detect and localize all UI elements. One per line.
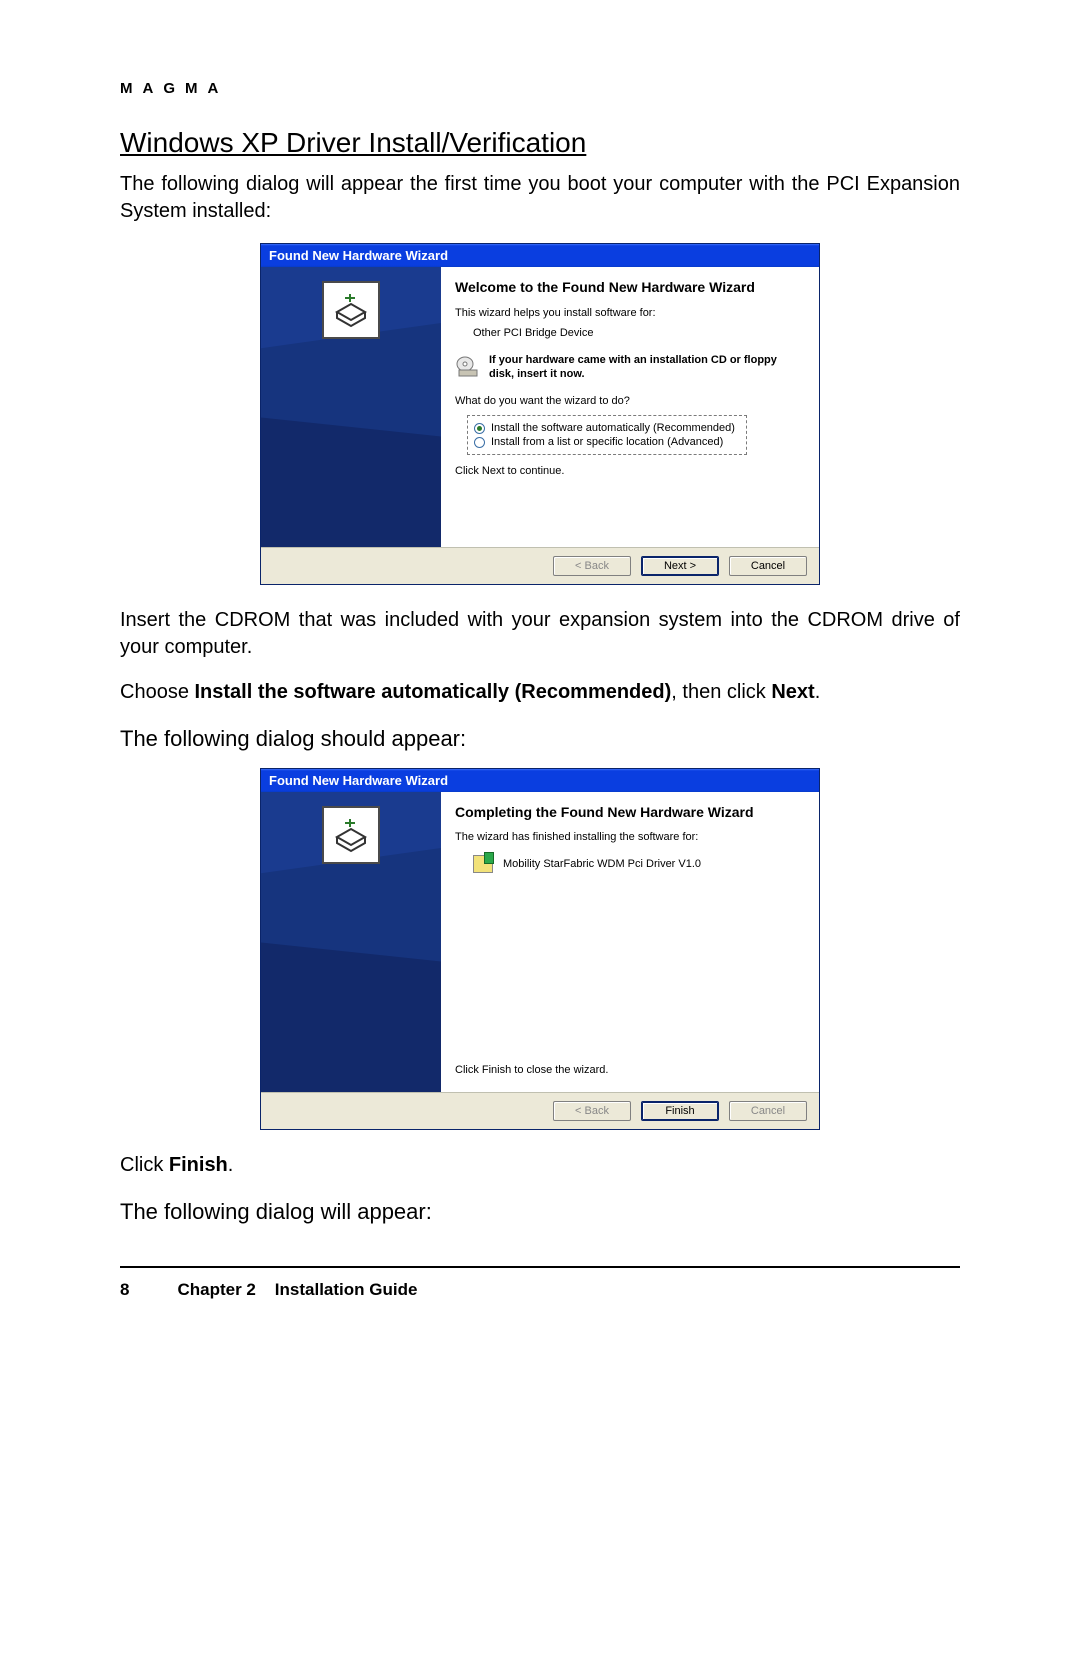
dialog-titlebar: Found New Hardware Wizard: [261, 769, 819, 792]
footer-chapter: Chapter 2: [177, 1280, 255, 1299]
dialog-side-graphic: [261, 267, 441, 547]
footer-guide: Installation Guide: [275, 1280, 418, 1299]
driver-name: Mobility StarFabric WDM Pci Driver V1.0: [503, 858, 701, 870]
dialog-side-graphic: [261, 792, 441, 1092]
close-wizard-note: Click Finish to close the wizard.: [455, 1064, 801, 1076]
intro-paragraph: The following dialog will appear the fir…: [120, 171, 960, 225]
following-dialog-1: The following dialog should appear:: [120, 724, 960, 754]
hardware-icon: [322, 806, 380, 864]
page-number: 8: [120, 1280, 129, 1300]
finish-button[interactable]: Finish: [641, 1101, 719, 1121]
hardware-icon: [322, 281, 380, 339]
back-button[interactable]: < Back: [553, 556, 631, 576]
dialog-device-name: Other PCI Bridge Device: [473, 327, 801, 339]
click-finish-paragraph: Click Finish.: [120, 1152, 960, 1179]
cancel-button[interactable]: Cancel: [729, 556, 807, 576]
dialog-heading: Welcome to the Found New Hardware Wizard: [455, 279, 801, 297]
cd-icon: [455, 356, 481, 378]
cdrom-paragraph: Insert the CDROM that was included with …: [120, 607, 960, 661]
dialog-helps-text: This wizard helps you install software f…: [455, 307, 801, 319]
dialog-continue-text: Click Next to continue.: [455, 465, 801, 477]
radio-group: Install the software automatically (Reco…: [467, 415, 747, 455]
choose-paragraph: Choose Install the software automaticall…: [120, 679, 960, 706]
dialog-question: What do you want the wizard to do?: [455, 395, 801, 407]
page-footer: 8 Chapter 2 Installation Guide: [120, 1280, 960, 1300]
radio-option-list[interactable]: Install from a list or specific location…: [474, 436, 740, 448]
radio-label: Install from a list or specific location…: [491, 436, 723, 448]
footer-rule: [120, 1266, 960, 1268]
dialog-finished-text: The wizard has finished installing the s…: [455, 831, 801, 843]
back-button[interactable]: < Back: [553, 1101, 631, 1121]
cd-note-text: If your hardware came with an installati…: [489, 353, 801, 382]
next-button[interactable]: Next >: [641, 556, 719, 576]
radio-label: Install the software automatically (Reco…: [491, 422, 735, 434]
brand-header: MAGMA: [120, 80, 960, 97]
following-dialog-2: The following dialog will appear:: [120, 1197, 960, 1227]
radio-icon: [474, 423, 485, 434]
section-title: Windows XP Driver Install/Verification: [120, 127, 960, 159]
wizard-dialog-complete: Found New Hardware Wizard Completing the…: [260, 768, 820, 1130]
radio-icon: [474, 437, 485, 448]
cancel-button[interactable]: Cancel: [729, 1101, 807, 1121]
radio-option-auto[interactable]: Install the software automatically (Reco…: [474, 422, 740, 434]
dialog-titlebar: Found New Hardware Wizard: [261, 244, 819, 267]
driver-icon: [473, 855, 493, 873]
wizard-dialog-welcome: Found New Hardware Wizard Welcome to the…: [260, 243, 820, 585]
dialog-heading: Completing the Found New Hardware Wizard: [455, 804, 801, 822]
